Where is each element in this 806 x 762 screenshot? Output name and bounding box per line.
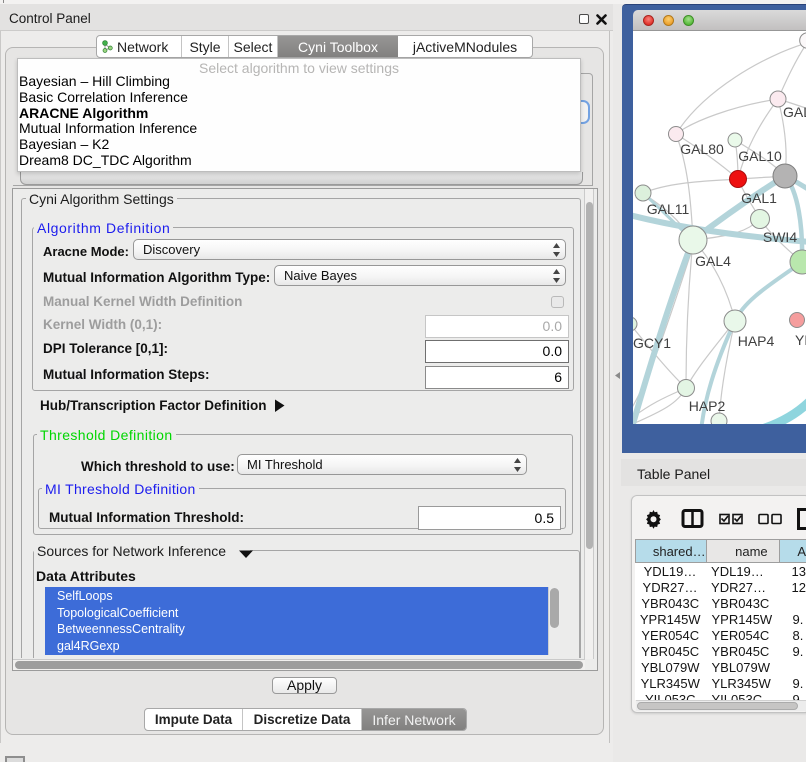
svg-text:HAP4: HAP4 xyxy=(738,333,775,349)
svg-text:GAL4: GAL4 xyxy=(695,253,731,269)
svg-text:GAL11: GAL11 xyxy=(647,201,690,217)
svg-text:GCY1: GCY1 xyxy=(633,335,671,351)
svg-text:GAL1: GAL1 xyxy=(741,190,777,206)
svg-text:GAL10: GAL10 xyxy=(738,148,782,164)
svg-text:YM: YM xyxy=(795,332,806,348)
svg-text:GAL80: GAL80 xyxy=(680,141,724,157)
svg-text:GAL7: GAL7 xyxy=(783,104,806,120)
svg-text:HAP2: HAP2 xyxy=(689,398,726,414)
svg-text:SWI4: SWI4 xyxy=(763,229,797,245)
